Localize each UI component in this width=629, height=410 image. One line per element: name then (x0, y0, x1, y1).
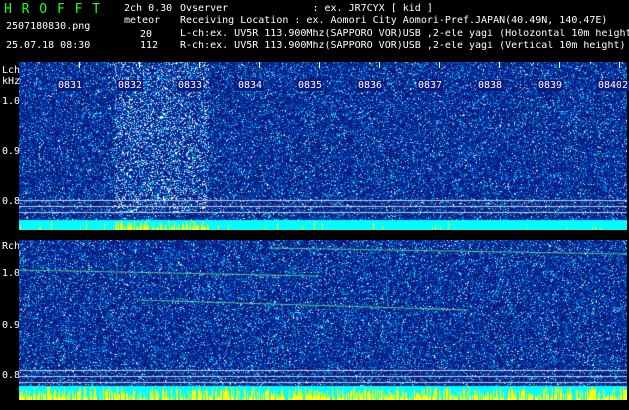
time-label-0832: 0832 (117, 80, 144, 91)
time-label-0833: 0833 (177, 80, 204, 91)
lch-channel-label: Lch (2, 65, 21, 76)
channel-mode-label: 2ch 0.30 (124, 3, 173, 14)
rch-ytick-0.9: 0.9 (2, 320, 21, 331)
filename-label: 2507180830.png (6, 21, 91, 32)
rch-receiver-line: R-ch:ex. UV5R 113.900Mhz(SAPPORO VOR)USB… (180, 41, 626, 51)
rch-channel-label: Rch (2, 241, 21, 252)
rch-spectrogram (19, 240, 627, 400)
rch-ytick-0.8: 0.8 (2, 370, 21, 381)
location-line: Receiving Location : ex. Aomori City Aom… (180, 15, 608, 26)
minute-tick (139, 62, 140, 68)
datetime-label: 25.07.18 08:30 (6, 40, 91, 51)
lch-ytick-0.8: 0.8 (2, 196, 21, 207)
observer-line: Ovserver : ex. JR7CYX [ kid ] (180, 3, 433, 14)
minute-tick (79, 62, 80, 68)
rch-ytick-1.0: 1.0 (2, 268, 21, 279)
minute-tick (619, 62, 620, 68)
minute-tick (259, 62, 260, 68)
lch-ytick-1.0: 1.0 (2, 96, 21, 107)
minute-tick (499, 62, 500, 68)
minute-tick (319, 62, 320, 68)
minute-tick (379, 62, 380, 68)
time-label-0837: 0837 (417, 80, 444, 91)
lch-receiver-line: L-ch:ex. UV5R 113.900Mhz(SAPPORO VOR)USB… (180, 29, 629, 39)
time-label-0840: 0840 (597, 80, 624, 91)
time-label-0834: 0834 (237, 80, 264, 91)
minute-tick (199, 62, 200, 68)
meteor-label: meteor (124, 15, 161, 26)
time-label-edge: 2 (621, 80, 629, 91)
time-label-0839: 0839 (537, 80, 564, 91)
minute-tick (439, 62, 440, 68)
time-label-0831: 0831 (57, 80, 84, 91)
lch-unit-label: kHz (2, 76, 21, 87)
time-label-0836: 0836 (357, 80, 384, 91)
time-label-0838: 0838 (477, 80, 504, 91)
meteor-count-rch: 112 (140, 40, 159, 51)
time-label-0835: 0835 (297, 80, 324, 91)
app-title: H R O F F T (4, 2, 102, 17)
meteor-count-lch: 20 (140, 29, 153, 40)
lch-ytick-0.9: 0.9 (2, 146, 21, 157)
minute-tick (559, 62, 560, 68)
